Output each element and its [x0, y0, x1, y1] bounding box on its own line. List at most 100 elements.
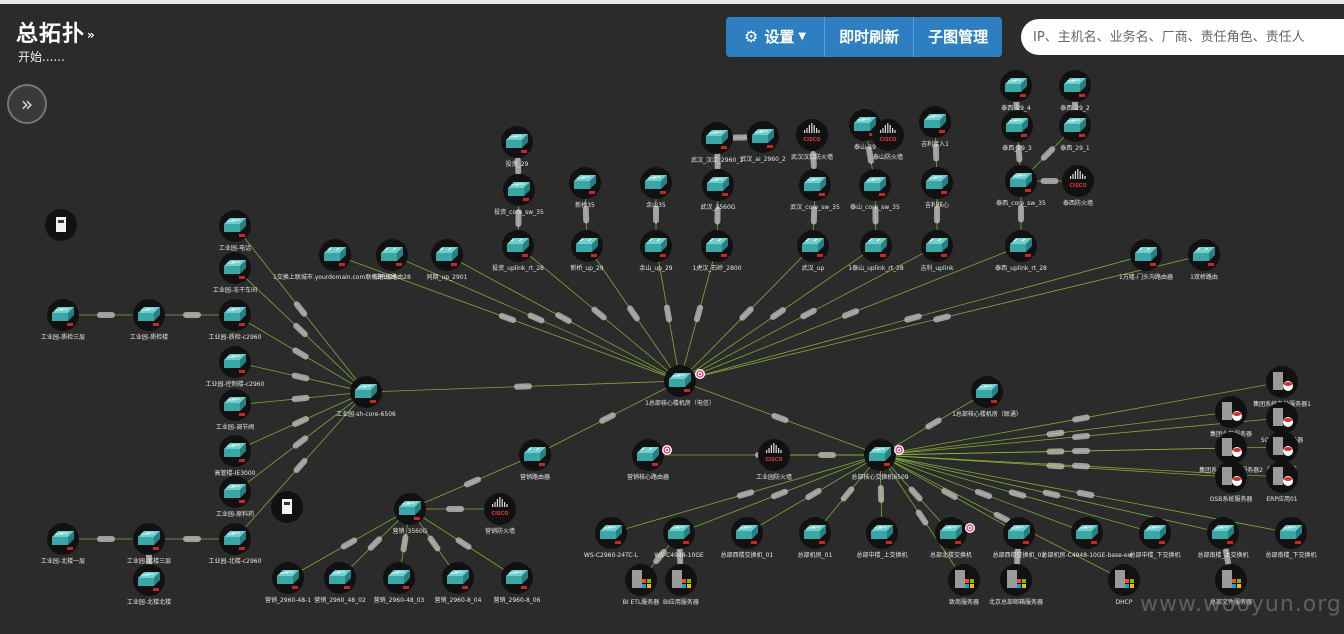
node-label: 工业园-质检三层: [41, 333, 85, 341]
node-label: 武汉_core_sw_35: [790, 203, 840, 211]
topology-node[interactable]: 工业园-北楼一层: [41, 523, 85, 565]
topology-node[interactable]: 泰西_29_1: [1059, 110, 1091, 152]
topology-node[interactable]: [271, 491, 303, 523]
topology-node[interactable]: 武汉_up: [797, 230, 829, 272]
network-switch-icon: [731, 517, 763, 549]
topology-node[interactable]: CISCO 营销防火墙: [484, 493, 516, 535]
topology-node[interactable]: 泰西_uplink_rt_28: [995, 230, 1047, 272]
topology-node[interactable]: 营销_2960-8_06: [494, 562, 541, 604]
topology-node[interactable]: 总部南楼_下交换机: [1265, 517, 1317, 559]
topology-node[interactable]: 工业园-电话: [219, 210, 251, 252]
topology-node[interactable]: 总部北楼交换机: [930, 517, 972, 559]
topology-node[interactable]: CISCO 武汉汉口防火墙: [791, 119, 833, 161]
topology-node[interactable]: 同期_up_2901: [427, 239, 468, 281]
node-label: 营销_2960_48_02: [314, 596, 366, 604]
topology-node[interactable]: 营销_2960_48_02: [314, 562, 366, 604]
topology-node[interactable]: 工业园-质检-c2960: [209, 299, 262, 341]
topology-node[interactable]: 投资_core_sw_35: [494, 174, 544, 216]
topology-node[interactable]: 总部中楼_下交换机: [1129, 517, 1181, 559]
router-icon: [797, 230, 829, 262]
topology-node[interactable]: ERP应用01: [1266, 461, 1298, 503]
server-icon: [271, 491, 303, 523]
topology-node[interactable]: 营销核心路由器: [627, 439, 669, 481]
topology-node[interactable]: 工业园-质检三层: [41, 299, 85, 341]
node-label: 泰西_29_1: [1060, 144, 1090, 152]
topology-node[interactable]: 总部西楼交换机_02: [993, 517, 1046, 559]
topology-canvas[interactable]: 1总部核心楼机房（电信） 总部核心交换机6509 工业园-sh-core-6506 1…: [0, 0, 1344, 634]
topology-node[interactable]: 泰西_29_4: [1000, 70, 1032, 112]
topology-node[interactable]: 总部机房-C4948-10GE-base-ew: [1041, 517, 1133, 559]
network-switch-icon: [219, 476, 251, 508]
topology-node[interactable]: 总部中楼_上交换机: [856, 517, 908, 559]
topology-node[interactable]: CISCO 工业园防火墙: [756, 439, 792, 481]
topology-node[interactable]: 武汉_汉江_2960_1: [691, 122, 743, 164]
topology-node[interactable]: 营销_2960-8_04: [435, 562, 482, 604]
topology-node[interactable]: 泰山_core_sw_35: [850, 169, 900, 211]
topology-node[interactable]: 吉利核心: [921, 167, 953, 209]
topology-node[interactable]: WS-C2960-24TC-L: [584, 517, 639, 559]
topology-node[interactable]: 投资_29: [501, 126, 533, 168]
topology-node[interactable]: 北京总部邮箱服务器: [989, 564, 1043, 606]
topology-node[interactable]: 高管楼-IE3000: [215, 435, 256, 477]
topology-node[interactable]: WS-C4948-10GE: [654, 517, 704, 559]
topology-node[interactable]: 工业园-北楼三层: [127, 523, 171, 565]
topology-node[interactable]: CISCO 泰山防火墙: [872, 119, 904, 161]
topology-node[interactable]: 泰西_core_sw_35: [996, 165, 1046, 207]
node-label: 工业园-原料药: [216, 510, 254, 518]
network-switch-icon: [219, 346, 251, 378]
topology-node[interactable]: 营销_3560G: [393, 493, 428, 535]
alert-badge-icon: [965, 523, 975, 533]
network-switch-icon: [1001, 110, 1033, 142]
link-traffic-label: [455, 537, 472, 550]
topology-node[interactable]: 1双桥路由: [1188, 239, 1220, 281]
node-label: 工业园-电话: [219, 244, 251, 252]
link-traffic-label: [736, 489, 755, 499]
topology-node[interactable]: 泰西_29_2: [1059, 70, 1091, 112]
topology-node[interactable]: 集团业务服务器: [1210, 396, 1252, 438]
topology-node[interactable]: 工业园-调节阀: [216, 389, 254, 431]
topology-node[interactable]: 工业园-冻干车间: [213, 252, 257, 294]
topology-node[interactable]: 工业园-北楼-c2960: [209, 523, 262, 565]
link-traffic-label: [731, 134, 749, 141]
topology-node[interactable]: 营销路由器: [519, 439, 551, 481]
link-traffic-label: [800, 307, 817, 320]
node-label: 总部核心交换机6509: [851, 473, 908, 481]
router-icon: [1188, 239, 1220, 271]
topology-node[interactable]: 投资_uplink_rt_28: [492, 230, 544, 272]
topology-node[interactable]: 新桥35: [569, 167, 601, 209]
topology-node[interactable]: 旧环境路由28: [373, 239, 411, 281]
topology-node[interactable]: BI ETL服务器: [623, 564, 660, 606]
node-label: 营销_2960-48-1: [265, 596, 311, 604]
topology-node[interactable]: 武汉_3560G: [701, 169, 736, 211]
topology-node[interactable]: 工业园-北楼北楼: [127, 564, 171, 606]
topology-node[interactable]: 总部西楼交换机_01: [721, 517, 774, 559]
topology-node[interactable]: CISCO 泰西防火墙: [1062, 165, 1094, 207]
topology-node[interactable]: DHCP: [1108, 564, 1140, 606]
link-traffic-label: [1046, 429, 1065, 438]
topology-node[interactable]: 新桥_up_29: [570, 230, 604, 272]
topology-node[interactable]: 集团系统备份服务器1: [1253, 366, 1311, 408]
topology-node[interactable]: 营销_2960-48-1: [265, 562, 311, 604]
topology-node[interactable]: 1总部核心楼机房（联通）: [952, 376, 1022, 418]
topology-node[interactable]: 武汉_ai_2960_2: [740, 121, 786, 163]
topology-node[interactable]: 余山35: [640, 167, 672, 209]
windows-server-icon: [665, 564, 697, 596]
network-switch-icon: [921, 167, 953, 199]
topology-node[interactable]: 1虎汉_石岭_2800: [692, 230, 742, 272]
topology-node[interactable]: 致商服务器: [948, 564, 980, 606]
topology-node[interactable]: 总部机房_01: [798, 517, 833, 559]
topology-node[interactable]: 泰西_29_3: [1001, 110, 1033, 152]
topology-node[interactable]: BI应用服务器: [663, 564, 699, 606]
link-traffic-label: [599, 412, 616, 424]
topology-node[interactable]: 余山_up_29: [639, 230, 673, 272]
topology-node[interactable]: [45, 209, 77, 241]
topology-node[interactable]: 吉利_uplink: [920, 230, 954, 272]
link-traffic-label: [1042, 489, 1061, 499]
topology-node[interactable]: 1泰山_uplink_rt_28: [848, 230, 904, 272]
topology-node[interactable]: 吉利接入1: [919, 106, 951, 148]
node-label: 新桥35: [575, 201, 595, 209]
topology-node[interactable]: 武汉_core_sw_35: [790, 169, 840, 211]
topology-node[interactable]: 工业园-sh-core-6506: [336, 376, 396, 418]
topology-node[interactable]: 工业园-质检楼: [130, 299, 168, 341]
topology-node[interactable]: 营销_2960-48_03: [374, 562, 425, 604]
